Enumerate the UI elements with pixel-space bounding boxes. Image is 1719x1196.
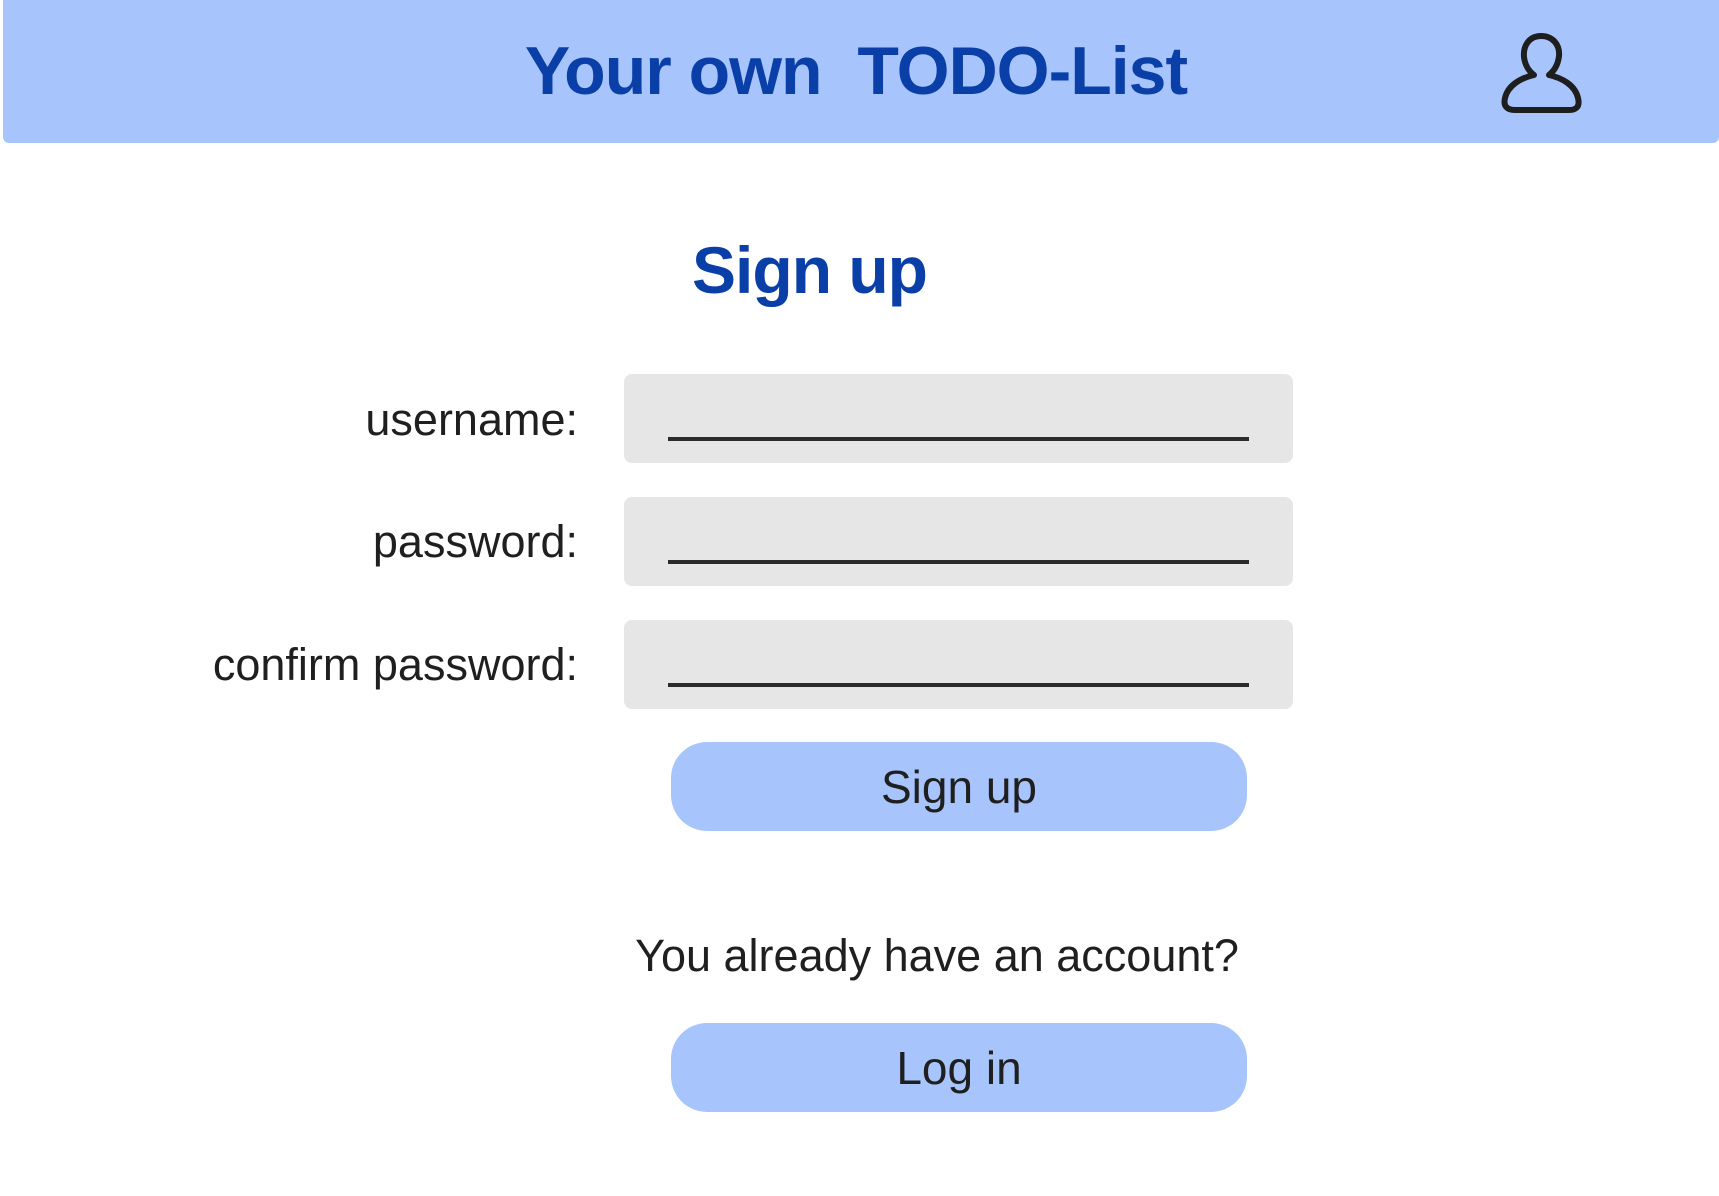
- confirm-password-label: confirm password:: [212, 639, 578, 690]
- password-label: password:: [372, 516, 578, 567]
- account-prompt: You already have an account?: [635, 930, 1239, 981]
- sign-up-page: Your own TODO-List Sign up username: pas…: [0, 0, 1719, 1196]
- app-header: Your own TODO-List: [3, 0, 1719, 143]
- username-field[interactable]: [624, 374, 1293, 463]
- page-title: Sign up: [692, 233, 928, 307]
- confirm-password-field[interactable]: [624, 620, 1293, 709]
- username-label: username:: [365, 394, 578, 445]
- log-in-button[interactable]: Log in: [671, 1023, 1247, 1112]
- confirm-password-input[interactable]: [668, 639, 1249, 687]
- password-field[interactable]: [624, 497, 1293, 586]
- password-input[interactable]: [668, 516, 1249, 564]
- user-icon[interactable]: [1499, 30, 1583, 116]
- username-input[interactable]: [668, 393, 1249, 441]
- sign-up-button[interactable]: Sign up: [671, 742, 1247, 831]
- app-title: Your own TODO-List: [524, 33, 1188, 109]
